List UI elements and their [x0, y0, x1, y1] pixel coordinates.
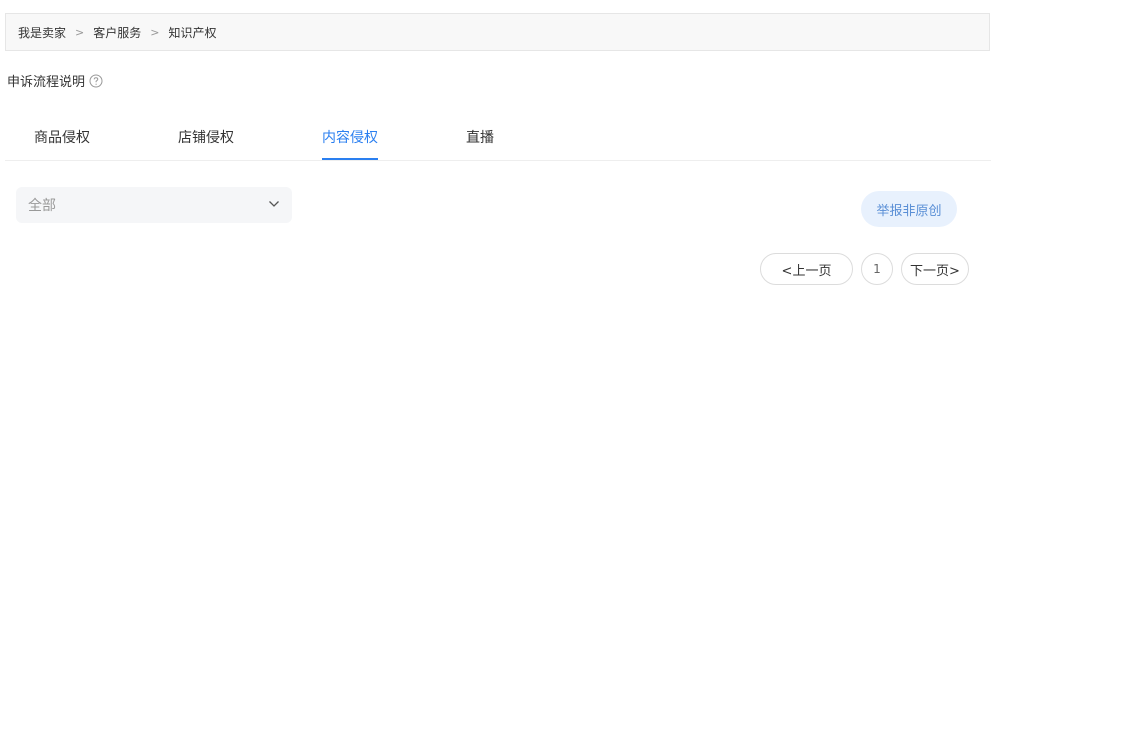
chevron-down-icon	[268, 198, 280, 210]
prev-page-button[interactable]: <上一页	[760, 253, 853, 285]
breadcrumb-item-seller[interactable]: 我是卖家	[18, 24, 66, 41]
category-select-value: 全部	[28, 198, 56, 214]
help-circle-icon[interactable]	[89, 74, 103, 88]
next-page-button[interactable]: 下一页>	[901, 253, 969, 285]
category-select[interactable]: 全部	[16, 187, 292, 223]
tab-live[interactable]: 直播	[466, 118, 494, 160]
report-non-original-button[interactable]: 举报非原创	[861, 191, 957, 227]
appeal-process: 申诉流程说明	[7, 71, 103, 90]
breadcrumb: 我是卖家 > 客户服务 > 知识产权	[5, 13, 990, 51]
breadcrumb-item-ip: 知识产权	[168, 25, 217, 40]
tab-content-infringement[interactable]: 内容侵权	[322, 118, 378, 160]
page: 我是卖家 > 客户服务 > 知识产权 申诉流程说明 商品侵权 店铺侵权 内容侵权…	[0, 0, 1132, 732]
tab-store-infringement[interactable]: 店铺侵权	[178, 118, 234, 160]
breadcrumb-item-customer-service[interactable]: 客户服务	[93, 24, 141, 41]
tab-bar: 商品侵权 店铺侵权 内容侵权 直播	[5, 118, 991, 161]
page-number-button[interactable]: 1	[861, 253, 893, 285]
appeal-process-label: 申诉流程说明	[7, 75, 86, 90]
breadcrumb-separator: >	[75, 25, 85, 39]
breadcrumb-separator: >	[150, 25, 160, 39]
tab-product-infringement[interactable]: 商品侵权	[34, 118, 90, 160]
